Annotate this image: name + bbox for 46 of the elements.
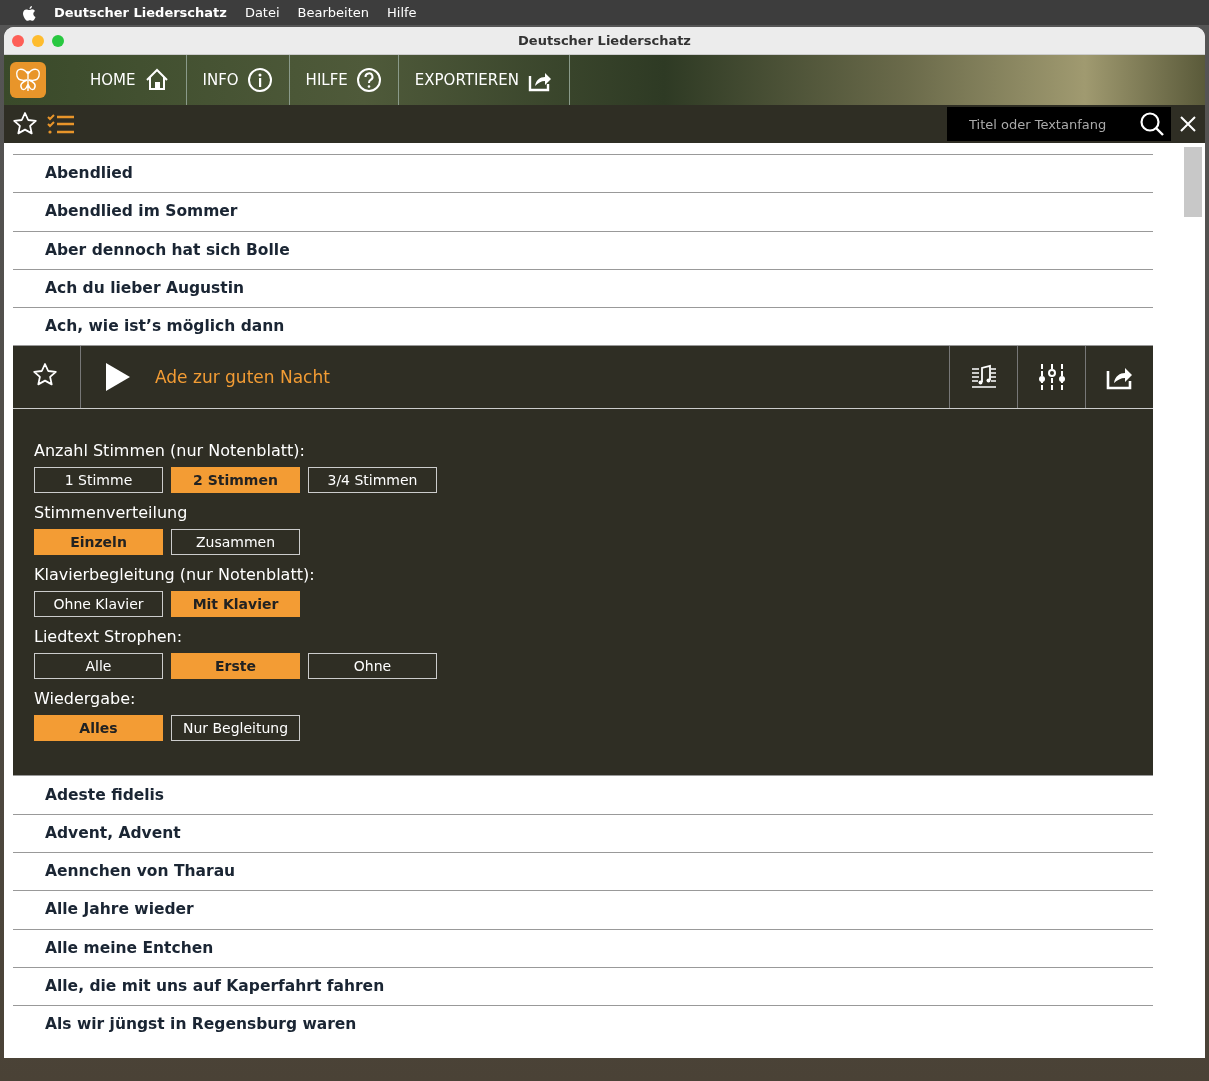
song-title[interactable]: Alle Jahre wieder: [13, 890, 1153, 929]
song-title[interactable]: Advent, Advent: [13, 813, 1153, 853]
option-label: Anzahl Stimmen (nur Notenblatt):: [34, 440, 306, 463]
star-icon[interactable]: [12, 111, 38, 137]
option-button[interactable]: Erste: [171, 653, 300, 680]
song-title[interactable]: Ach du lieber Augustin: [13, 268, 1153, 308]
close-icon[interactable]: [1179, 115, 1197, 133]
song-title: Ade zur guten Nacht: [155, 365, 330, 389]
search-field[interactable]: Titel oder Textanfang: [947, 107, 1171, 141]
option-button[interactable]: 2 Stimmen: [171, 467, 300, 494]
song-title[interactable]: Abendlied: [13, 154, 1153, 193]
menu-item[interactable]: Bearbeiten: [297, 2, 369, 23]
option-button[interactable]: Einzeln: [34, 529, 163, 556]
play-icon[interactable]: [105, 362, 131, 393]
option-button[interactable]: 3/4 Stimmen: [308, 467, 437, 494]
help-icon: [355, 67, 382, 93]
sliders-icon: [1036, 362, 1067, 393]
option-label: Liedtext Strophen:: [34, 626, 184, 649]
option-label: Wiedergabe:: [34, 688, 137, 711]
menu-item[interactable]: Hilfe: [387, 2, 417, 23]
option-label: Klavierbegleitung (nur Notenblatt):: [34, 564, 316, 587]
option-button[interactable]: Zusammen: [171, 529, 300, 556]
option-button[interactable]: Alles: [34, 715, 163, 742]
window-title: Deutscher Liederschatz: [518, 31, 691, 50]
song-title[interactable]: Aber dennoch hat sich Bolle: [13, 230, 1153, 269]
song-title[interactable]: Abendlied im Sommer: [13, 192, 1153, 231]
app-menu[interactable]: Deutscher Liederschatz: [54, 2, 227, 23]
option-button[interactable]: Nur Begleitung: [171, 715, 300, 742]
search-icon[interactable]: [1139, 111, 1165, 137]
menu-item[interactable]: Datei: [244, 2, 280, 23]
option-button[interactable]: 1 Stimme: [34, 467, 163, 494]
info-icon: [246, 67, 273, 93]
option-button[interactable]: Mit Klavier: [171, 591, 300, 618]
scrollbar-thumb[interactable]: [1184, 147, 1202, 217]
option-button[interactable]: Ohne: [308, 653, 437, 680]
song-title[interactable]: Alle meine Entchen: [13, 928, 1153, 967]
apple-icon[interactable]: [22, 4, 36, 21]
close-button[interactable]: [12, 34, 24, 47]
option-label: Stimmenverteilung: [34, 502, 189, 525]
butterfly-logo[interactable]: [10, 62, 46, 98]
song-title[interactable]: Aennchen von Tharau: [13, 852, 1153, 891]
option-button[interactable]: Ohne Klavier: [34, 591, 163, 618]
song-title[interactable]: Adeste fidelis: [13, 775, 1153, 814]
song-title[interactable]: Alle, die mit uns auf Kaperfahrt fahren: [13, 966, 1153, 1006]
option-button[interactable]: Alle: [34, 653, 163, 680]
song-title[interactable]: Als wir jüngst in Regensburg waren: [13, 1005, 1153, 1044]
